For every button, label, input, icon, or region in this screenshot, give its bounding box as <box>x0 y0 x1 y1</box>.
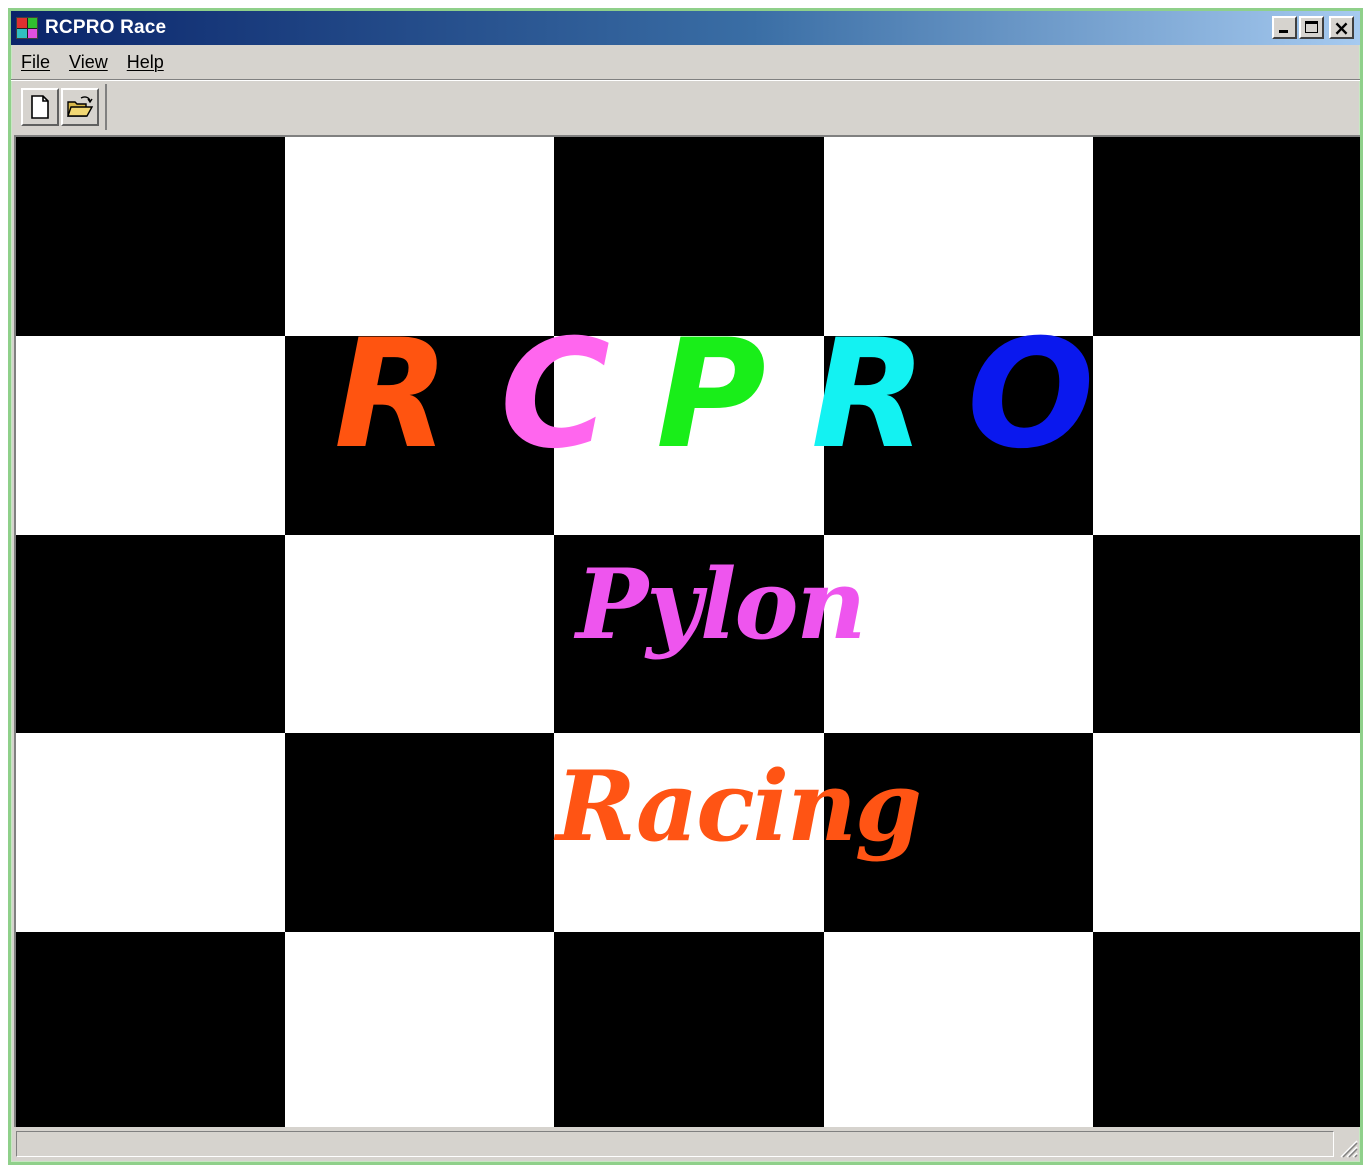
menu-bar: File View Help <box>11 45 1360 79</box>
menu-help[interactable]: Help <box>123 49 173 76</box>
new-document-icon <box>31 95 49 119</box>
board-square <box>16 534 286 734</box>
minimize-icon <box>1279 30 1288 33</box>
board-square <box>1092 534 1360 734</box>
board-square <box>554 534 824 734</box>
window-title: RCPRO Race <box>45 17 167 38</box>
board-square <box>16 733 286 933</box>
open-button[interactable] <box>61 88 99 126</box>
open-folder-icon <box>67 96 94 117</box>
window-controls: × <box>1272 15 1354 40</box>
maximize-icon <box>1305 21 1318 33</box>
menu-file[interactable]: File <box>17 49 59 76</box>
maximize-button[interactable] <box>1299 16 1324 39</box>
board-square <box>16 335 286 535</box>
board-square <box>823 335 1093 535</box>
board-square <box>285 733 555 933</box>
board-square <box>823 534 1093 734</box>
board-square <box>285 335 555 535</box>
board-square <box>554 335 824 535</box>
minimize-button[interactable] <box>1272 16 1297 39</box>
status-bar <box>14 1126 1360 1160</box>
board-square <box>554 733 824 933</box>
new-button[interactable] <box>21 88 59 126</box>
menu-view[interactable]: View <box>65 49 117 76</box>
board-square <box>823 137 1093 336</box>
resize-grip-icon[interactable] <box>1338 1138 1358 1158</box>
board-square <box>16 137 286 336</box>
close-icon: × <box>1333 15 1350 40</box>
app-window: RCPRO Race × File View Help R C P R O Py… <box>8 8 1363 1165</box>
status-text <box>16 1131 1334 1157</box>
splash-view[interactable]: R C P R O Pylon Racing <box>14 135 1360 1127</box>
title-bar[interactable]: RCPRO Race × <box>11 11 1360 45</box>
app-icon[interactable] <box>16 17 38 39</box>
board-square <box>1092 335 1360 535</box>
board-square <box>554 932 824 1127</box>
board-square <box>823 932 1093 1127</box>
board-square <box>1092 733 1360 933</box>
board-square <box>823 733 1093 933</box>
toolbar-group <box>17 84 107 130</box>
board-square <box>285 932 555 1127</box>
board-square <box>16 932 286 1127</box>
close-button[interactable]: × <box>1329 15 1354 40</box>
checkered-board <box>16 137 1360 1127</box>
board-square <box>285 534 555 734</box>
board-square <box>1092 137 1360 336</box>
board-square <box>285 137 555 336</box>
board-square <box>1092 932 1360 1127</box>
toolbar <box>11 81 1360 133</box>
board-square <box>554 137 824 336</box>
